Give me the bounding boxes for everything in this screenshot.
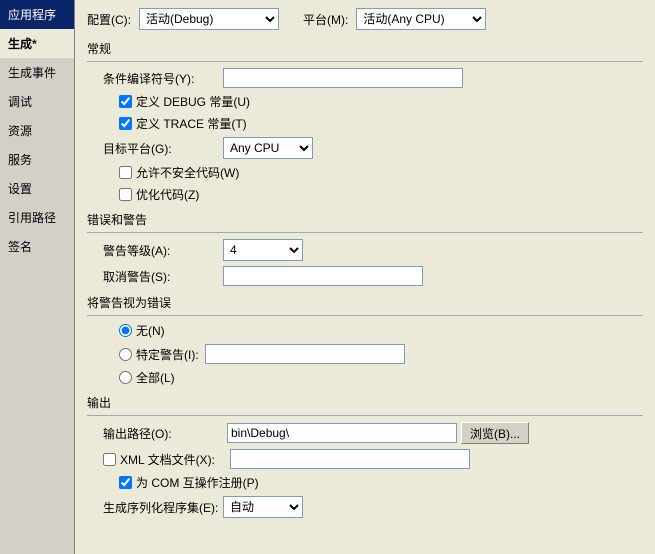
sidebar-item-settings[interactable]: 设置 — [0, 174, 74, 203]
general-divider — [87, 61, 643, 62]
optimize-label: 优化代码(Z) — [136, 186, 199, 203]
treat-all-radio[interactable] — [119, 371, 132, 384]
warning-level-row: 警告等级(A): 4 — [87, 239, 643, 261]
output-path-label: 输出路径(O): — [103, 425, 223, 442]
xml-docs-input[interactable] — [230, 449, 470, 469]
xml-docs-label: XML 文档文件(X): — [120, 451, 230, 468]
define-debug-checkbox[interactable] — [119, 95, 132, 108]
output-path-input[interactable] — [227, 423, 457, 443]
warning-level-label: 警告等级(A): — [103, 242, 223, 259]
treat-all-row: 全部(L) — [87, 369, 643, 386]
sidebar-item-ref-paths[interactable]: 引用路径 — [0, 203, 74, 232]
treat-none-row: 无(N) — [87, 322, 643, 339]
target-platform-label: 目标平台(G): — [103, 140, 223, 157]
com-interop-checkbox[interactable] — [119, 476, 132, 489]
treat-warnings-section-title: 将警告视为错误 — [87, 294, 643, 311]
output-section-title: 输出 — [87, 394, 643, 411]
content-area: 配置(C): 活动(Debug) 平台(M): 活动(Any CPU) 常规 条… — [75, 0, 655, 554]
treat-all-label: 全部(L) — [136, 369, 175, 386]
browse-button[interactable]: 浏览(B)... — [461, 422, 529, 444]
define-trace-row: 定义 TRACE 常量(T) — [87, 115, 643, 132]
allow-unsafe-checkbox[interactable] — [119, 166, 132, 179]
conditional-input[interactable] — [223, 68, 463, 88]
conditional-label: 条件编译符号(Y): — [103, 70, 223, 87]
sidebar-item-build[interactable]: 生成* — [0, 29, 74, 58]
allow-unsafe-label: 允许不安全代码(W) — [136, 164, 239, 181]
treat-specific-input[interactable] — [205, 344, 405, 364]
treat-none-radio[interactable] — [119, 324, 132, 337]
allow-unsafe-row: 允许不安全代码(W) — [87, 164, 643, 181]
errors-section-title: 错误和警告 — [87, 211, 643, 228]
define-trace-label: 定义 TRACE 常量(T) — [136, 115, 247, 132]
xml-docs-checkbox[interactable] — [103, 453, 116, 466]
suppress-warnings-label: 取消警告(S): — [103, 268, 223, 285]
errors-divider — [87, 232, 643, 233]
com-interop-row: 为 COM 互操作注册(P) — [87, 474, 643, 491]
sidebar-item-app[interactable]: 应用程序 — [0, 0, 74, 29]
serial-row: 生成序列化程序集(E): 自动 — [87, 496, 643, 518]
treat-warnings-divider — [87, 315, 643, 316]
serial-label: 生成序列化程序集(E): — [103, 499, 223, 516]
xml-docs-row: XML 文档文件(X): — [87, 449, 643, 469]
conditional-row: 条件编译符号(Y): — [87, 68, 643, 88]
sidebar-item-build-events[interactable]: 生成事件 — [0, 58, 74, 87]
define-trace-checkbox[interactable] — [119, 117, 132, 130]
config-label: 配置(C): — [87, 11, 131, 28]
define-debug-row: 定义 DEBUG 常量(U) — [87, 93, 643, 110]
treat-specific-row: 特定警告(I): — [87, 344, 643, 364]
treat-specific-radio[interactable] — [119, 348, 132, 361]
platform-select[interactable]: 活动(Any CPU) — [356, 8, 486, 30]
optimize-checkbox[interactable] — [119, 188, 132, 201]
sidebar-item-resources[interactable]: 资源 — [0, 116, 74, 145]
serial-select[interactable]: 自动 — [223, 496, 303, 518]
suppress-warnings-row: 取消警告(S): — [87, 266, 643, 286]
header-row: 配置(C): 活动(Debug) 平台(M): 活动(Any CPU) — [87, 8, 643, 30]
config-select[interactable]: 活动(Debug) — [139, 8, 279, 30]
com-interop-label: 为 COM 互操作注册(P) — [136, 474, 259, 491]
suppress-warnings-input[interactable] — [223, 266, 423, 286]
sidebar: 应用程序 生成* 生成事件 调试 资源 服务 设置 引用路径 签名 — [0, 0, 75, 554]
output-path-row: 输出路径(O): 浏览(B)... — [87, 422, 643, 444]
target-platform-select[interactable]: Any CPU — [223, 137, 313, 159]
output-divider — [87, 415, 643, 416]
sidebar-item-debug[interactable]: 调试 — [0, 87, 74, 116]
treat-none-label: 无(N) — [136, 322, 165, 339]
define-debug-label: 定义 DEBUG 常量(U) — [136, 93, 250, 110]
general-section-title: 常规 — [87, 40, 643, 57]
treat-specific-label: 特定警告(I): — [136, 346, 199, 363]
sidebar-item-sign[interactable]: 签名 — [0, 232, 74, 261]
target-platform-row: 目标平台(G): Any CPU — [87, 137, 643, 159]
optimize-row: 优化代码(Z) — [87, 186, 643, 203]
warning-level-select[interactable]: 4 — [223, 239, 303, 261]
sidebar-item-services[interactable]: 服务 — [0, 145, 74, 174]
platform-label: 平台(M): — [303, 11, 348, 28]
